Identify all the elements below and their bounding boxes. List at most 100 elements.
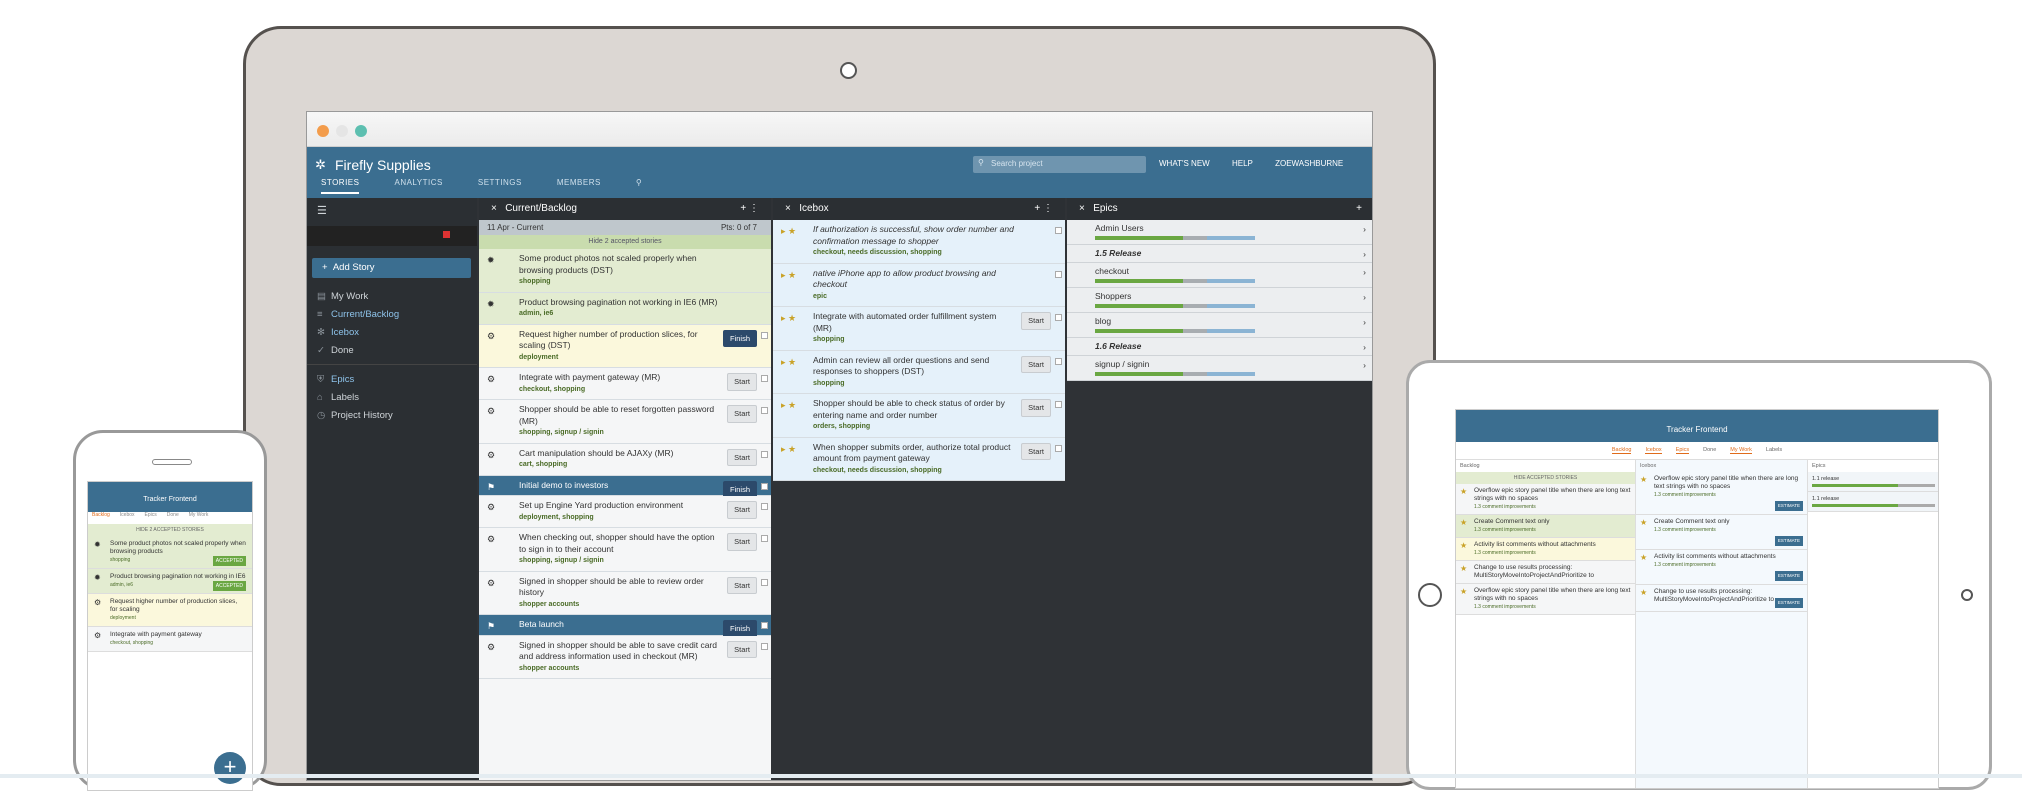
- epic-row[interactable]: › 1.5 Release: [1067, 245, 1372, 263]
- select-checkbox[interactable]: [761, 375, 768, 382]
- story-row[interactable]: ⚙ When checking out, shopper should have …: [479, 528, 771, 572]
- story-row[interactable]: ⚙ Signed in shopper should be able to rev…: [479, 571, 771, 615]
- icebox-story-row[interactable]: ▸ ★ Integrate with automated order fulfil…: [773, 307, 1065, 351]
- epic-row[interactable]: › blog: [1067, 313, 1372, 338]
- select-checkbox[interactable]: [761, 535, 768, 542]
- select-checkbox[interactable]: [1055, 401, 1062, 408]
- start-button[interactable]: Start: [727, 576, 757, 594]
- menu-icon[interactable]: ☰: [317, 204, 327, 217]
- finish-button[interactable]: Finish: [722, 329, 757, 347]
- close-panel-icon[interactable]: ×: [1079, 203, 1085, 214]
- project-name[interactable]: Firefly Supplies: [335, 157, 431, 173]
- tablet-icebox-row[interactable]: ★ Overflow epic story panel title when th…: [1636, 472, 1807, 515]
- sidebar-item-epics[interactable]: ⛨ Epics: [317, 371, 354, 389]
- story-row[interactable]: ⚙ Request higher number of production sli…: [479, 324, 771, 368]
- chevron-right-icon[interactable]: ›: [1363, 224, 1366, 234]
- tablet-icebox-row[interactable]: ★ Change to use results processing: Multi…: [1636, 585, 1807, 612]
- epic-row[interactable]: › signup / signin: [1067, 356, 1372, 381]
- epic-row[interactable]: › 1.6 Release: [1067, 338, 1372, 356]
- story-row[interactable]: ✹ Product browsing pagination not working…: [479, 292, 771, 325]
- story-row[interactable]: ⚙ Shopper should be able to reset forgott…: [479, 400, 771, 444]
- tablet-story-row[interactable]: ★ Create Comment text only 1.3 comment imp…: [1456, 515, 1635, 538]
- tablet-icebox-row[interactable]: ★ Activity list comments without attachme…: [1636, 550, 1807, 585]
- tablet-epic-row[interactable]: 1.1 release: [1808, 492, 1938, 512]
- whats-new-link[interactable]: WHAT'S NEW: [1159, 159, 1210, 168]
- iteration-header[interactable]: 11 Apr - Current Pts: 0 of 7: [479, 220, 771, 235]
- phone-hide-accepted[interactable]: HIDE 2 ACCEPTED STORIES: [88, 524, 252, 536]
- icebox-story-row[interactable]: ▸ ★ If authorization is successful, show …: [773, 220, 1065, 264]
- tab-members[interactable]: MEMBERS: [557, 178, 601, 192]
- close-panel-icon[interactable]: ×: [491, 203, 497, 214]
- maximize-window-icon[interactable]: [355, 125, 367, 137]
- record-icon[interactable]: [443, 231, 450, 238]
- select-checkbox[interactable]: [761, 642, 768, 650]
- sidebar-item-labels[interactable]: ⌂ Labels: [317, 389, 359, 407]
- user-menu[interactable]: ZOEWASHBURNE: [1275, 159, 1343, 168]
- start-button[interactable]: Start: [1021, 442, 1051, 460]
- estimate-button[interactable]: ESTIMATE: [1774, 598, 1803, 608]
- tablet-tab-epics[interactable]: Epics: [1675, 447, 1690, 454]
- select-checkbox[interactable]: [1055, 314, 1062, 321]
- story-row[interactable]: ⚙ Integrate with payment gateway (MR) chec…: [479, 368, 771, 400]
- start-button[interactable]: Start: [1021, 399, 1051, 417]
- tablet-tab-icebox[interactable]: Icebox: [1645, 447, 1662, 454]
- phone-story-row[interactable]: ✹ Product browsing pagination not working…: [88, 569, 252, 594]
- icebox-story-row[interactable]: ▸ ★ When shopper submits order, authorize…: [773, 437, 1065, 481]
- chevron-right-icon[interactable]: ›: [1363, 249, 1366, 259]
- select-checkbox[interactable]: [1055, 357, 1062, 365]
- minimize-window-icon[interactable]: [336, 125, 348, 137]
- start-button[interactable]: Start: [1021, 312, 1051, 330]
- start-button[interactable]: Start: [727, 533, 757, 551]
- tablet-story-row[interactable]: ★ Activity list comments without attachme…: [1456, 538, 1635, 561]
- estimate-button[interactable]: ESTIMATE: [1774, 501, 1803, 511]
- add-story-button[interactable]: + Add Story: [312, 258, 471, 278]
- tablet-story-row[interactable]: ★ Overflow epic story panel title when th…: [1456, 484, 1635, 515]
- tablet-epic-row[interactable]: 1.1 release: [1808, 472, 1938, 492]
- phone-story-row[interactable]: ⚙ Integrate with payment gateway checkout,…: [88, 627, 252, 652]
- tablet-story-row[interactable]: ★ Overflow epic story panel title when th…: [1456, 584, 1635, 615]
- epic-row[interactable]: › Admin Users: [1067, 220, 1372, 245]
- select-checkbox[interactable]: [761, 482, 768, 490]
- start-button[interactable]: Start: [727, 405, 757, 423]
- help-link[interactable]: HELP: [1232, 159, 1253, 168]
- tablet-tab-my-work[interactable]: My Work: [1730, 447, 1752, 454]
- story-row[interactable]: ⚑ Beta launch Finish: [479, 615, 771, 638]
- pin-icon[interactable]: ⚲: [636, 178, 642, 192]
- add-story-fab[interactable]: +: [214, 752, 246, 784]
- close-panel-icon[interactable]: ×: [785, 203, 791, 214]
- phone-tab-my-work[interactable]: My Work: [189, 512, 209, 518]
- hide-accepted-toggle[interactable]: Hide 2 accepted stories: [479, 235, 771, 249]
- start-button[interactable]: Start: [727, 448, 757, 466]
- sidebar-item-current-backlog[interactable]: ≡ Current/Backlog: [317, 306, 399, 324]
- story-row[interactable]: ⚙ Cart manipulation should be AJAXy (MR) c…: [479, 443, 771, 476]
- chevron-right-icon[interactable]: ›: [1363, 360, 1366, 370]
- tab-settings[interactable]: SETTINGS: [478, 178, 522, 192]
- phone-tab-epics[interactable]: Epics: [145, 512, 157, 518]
- tablet-hide-accepted[interactable]: HIDE ACCEPTED STORIES: [1456, 472, 1635, 484]
- sidebar-item-icebox[interactable]: ✻ Icebox: [317, 324, 359, 342]
- chevron-right-icon[interactable]: ›: [1363, 317, 1366, 327]
- select-checkbox[interactable]: [1055, 270, 1062, 278]
- sidebar-item-done[interactable]: ✓ Done: [317, 342, 354, 360]
- start-button[interactable]: Start: [727, 501, 757, 519]
- add-icon[interactable]: +: [1356, 198, 1362, 220]
- select-checkbox[interactable]: [1055, 444, 1062, 452]
- tablet-tab-labels[interactable]: Labels: [1766, 447, 1782, 453]
- search-input[interactable]: ⚲ Search project: [973, 156, 1146, 173]
- select-checkbox[interactable]: [761, 578, 768, 586]
- sidebar-item-my-work[interactable]: ▤ My Work: [317, 288, 368, 306]
- start-button[interactable]: Start: [727, 640, 757, 658]
- select-checkbox[interactable]: [761, 331, 768, 339]
- tablet-story-row[interactable]: ★ Change to use results processing: Multi…: [1456, 561, 1635, 584]
- story-row[interactable]: ⚙ Set up Engine Yard production environme…: [479, 496, 771, 528]
- phone-tab-backlog[interactable]: Backlog: [92, 512, 110, 518]
- phone-story-row[interactable]: ⚙ Request higher number of production sli…: [88, 594, 252, 627]
- tab-analytics[interactable]: ANALYTICS: [394, 178, 442, 192]
- start-button[interactable]: Start: [727, 373, 757, 391]
- estimate-button[interactable]: ESTIMATE: [1774, 571, 1803, 581]
- tracker-logo-icon[interactable]: ✲: [315, 157, 326, 173]
- select-checkbox[interactable]: [761, 450, 768, 458]
- add-icon[interactable]: + ⋮: [740, 198, 759, 220]
- select-checkbox[interactable]: [761, 503, 768, 510]
- chevron-right-icon[interactable]: ›: [1363, 267, 1366, 277]
